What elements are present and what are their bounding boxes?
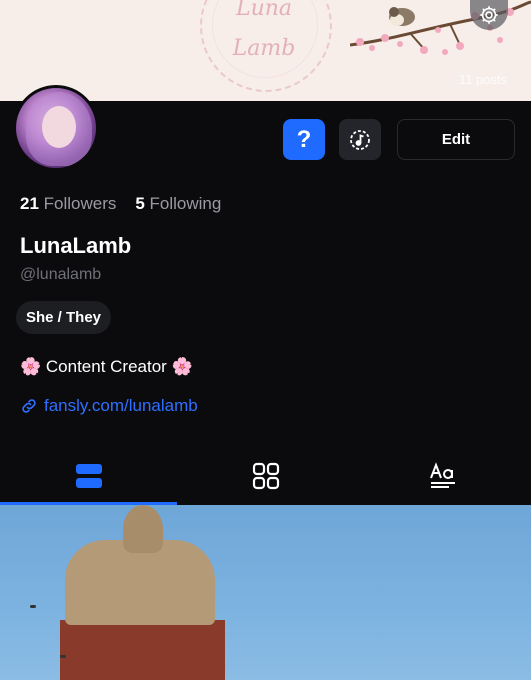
profile-banner: Luna Lamb 11 posts <box>0 0 531 101</box>
content-tabs <box>0 446 531 505</box>
display-name: LunaLamb <box>20 233 132 258</box>
follow-stats: 21 Followers 5 Following <box>20 194 221 214</box>
followers-label[interactable]: Followers <box>44 194 117 213</box>
tower-crown-top <box>123 505 163 553</box>
bird <box>30 605 36 608</box>
avatar[interactable] <box>13 85 99 171</box>
tab-feed[interactable] <box>0 446 177 505</box>
gear-icon <box>480 6 498 24</box>
music-button[interactable] <box>339 119 381 160</box>
username-handle: @lunalamb <box>20 266 102 283</box>
followers-count[interactable]: 21 <box>20 194 39 213</box>
banner-title-line2: Lamb <box>232 36 296 61</box>
post-image[interactable] <box>0 505 531 680</box>
avatar-face <box>42 106 76 148</box>
profile-link-text[interactable]: fansly.com/lunalamb <box>44 396 198 416</box>
tab-text[interactable] <box>354 446 531 505</box>
grid-icon <box>252 462 279 489</box>
pronouns-badge: She / They <box>16 301 112 334</box>
following-label[interactable]: Following <box>150 194 222 213</box>
link-icon <box>22 399 36 413</box>
text-format-icon <box>429 461 455 488</box>
bird <box>60 655 66 658</box>
tab-grid[interactable] <box>177 446 354 505</box>
banner-title-line1: Luna <box>235 0 293 21</box>
posts-count: 11 posts <box>458 72 507 87</box>
music-note-icon <box>350 129 370 150</box>
feed-list-icon <box>75 463 102 488</box>
profile-link[interactable]: fansly.com/lunalamb <box>20 396 198 416</box>
tower-brick <box>60 620 225 680</box>
help-button[interactable]: ? <box>283 119 325 160</box>
bio-text: 🌸 Content Creator 🌸 <box>20 357 193 376</box>
edit-profile-button[interactable]: Edit <box>397 119 515 160</box>
following-count[interactable]: 5 <box>135 194 144 213</box>
